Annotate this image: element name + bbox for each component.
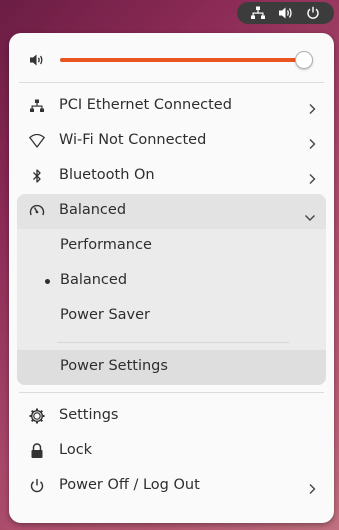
volume-row [9,43,334,75]
separator [19,82,324,83]
power-option-power-saver[interactable]: Power Saver [17,299,326,334]
volume-icon[interactable] [29,52,46,71]
selected-dot-icon [45,279,50,284]
volume-slider-handle[interactable] [295,51,313,69]
quick-settings-menu: PCI Ethernet Connected Wi-Fi Not Connect… [9,33,334,523]
power-mode-label: Balanced [59,202,127,218]
lock-label: Lock [59,442,93,458]
chevron-right-icon [308,170,316,189]
settings-label: Settings [59,407,119,423]
power-option-label: Balanced [60,272,128,288]
network-wired-icon [29,98,45,114]
chevron-right-icon [308,135,316,154]
wifi-icon [29,133,45,149]
power-option-label: Performance [60,237,152,253]
lock-icon [29,443,45,459]
power-profile-icon [29,203,45,223]
bluetooth-row[interactable]: Bluetooth On [17,159,326,194]
bluetooth-label: Bluetooth On [59,167,155,183]
power-settings-label: Power Settings [60,358,168,374]
volume-slider-fill [60,58,304,62]
power-off-row[interactable]: Power Off / Log Out [17,469,326,504]
ethernet-row[interactable]: PCI Ethernet Connected [17,89,326,124]
separator [57,342,289,343]
settings-row[interactable]: Settings [17,399,326,434]
wifi-row[interactable]: Wi-Fi Not Connected [17,124,326,159]
power-icon [29,478,45,494]
top-bar [0,0,339,25]
power-mode-toggle[interactable]: Balanced [17,194,326,229]
network-wired-icon [251,6,266,20]
power-icon [306,6,320,20]
chevron-right-icon [308,100,316,119]
gear-icon [29,408,45,424]
power-mode-group: Balanced Performance Balanced Power Save… [17,194,326,385]
volume-slider[interactable] [60,58,304,62]
bluetooth-icon [29,168,45,184]
system-tray[interactable] [237,2,334,24]
chevron-right-icon [308,480,316,499]
power-settings-button[interactable]: Power Settings [17,350,326,385]
power-off-label: Power Off / Log Out [59,477,200,493]
power-option-label: Power Saver [60,307,151,323]
power-option-performance[interactable]: Performance [17,229,326,264]
volume-icon [278,6,293,20]
separator [19,392,324,393]
ethernet-label: PCI Ethernet Connected [59,97,232,113]
wifi-label: Wi-Fi Not Connected [59,132,207,148]
power-option-balanced[interactable]: Balanced [17,264,326,299]
chevron-down-icon [304,207,316,226]
lock-row[interactable]: Lock [17,434,326,469]
